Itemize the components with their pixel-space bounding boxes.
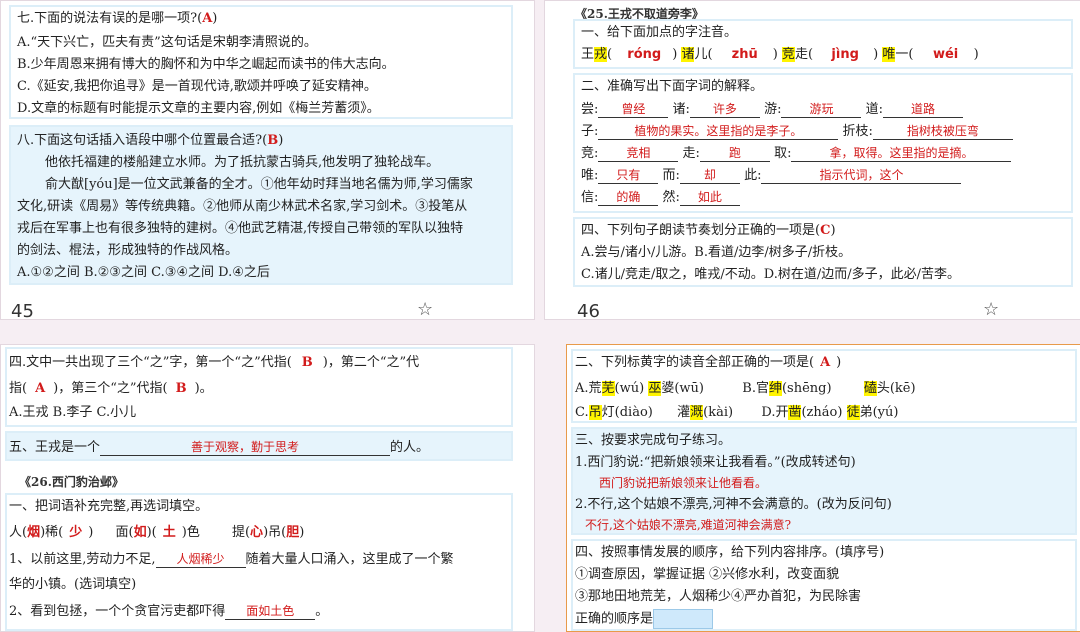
definition-row: 子: 植物的果实。这里指的是李子。 折枝: 指树枝被压弯 [581,123,1013,140]
section-2-title: 二、准确写出下面字词的解释。 [581,79,764,94]
section-1-title: 一、把词语补充完整,再选词填空。 [9,499,209,514]
definition-row: 竞: 竞相 走: 跑 取: 拿，取得。这里指的是摘。 [581,145,1012,162]
option-row: C.吊灯(diào) 灌溉(kài) D.开凿(zháo) 徒弟(yú) [575,405,899,420]
answer-mark: A [202,11,213,26]
vocab-card: 一、把词语补充完整,再选词填空。 人(烟)稀(少) 面(如)(土)色 提(心)吊… [5,493,513,631]
definition-row: 唯: 只有 而: 却 此: 指示代词，这个 [581,167,962,184]
question-2-card: 二、下列标黄字的读音全部正确的一项是(A) A.荒芜(wú) 巫婆(wū) B.… [571,349,1077,423]
definition-row: 尝: 曾经 诸: 许多 游: 游玩 道: 道路 [581,101,963,118]
option-line: B.少年周恩来拥有博大的胸怀和为中华之崛起而读书的伟大志向。 [17,57,395,72]
passage-line: 他依托福建的楼船建立水师。为了抵抗蒙古骑兵,他发明了独轮战车。 [45,155,440,170]
question-4-options: A.王戎 B.李子 C.小儿 [9,405,137,420]
fill-sentence-1-cont: 华的小镇。(选词填空) [9,577,137,592]
page-number: 45 [11,301,34,320]
sequence-answer-row: 正确的顺序是 [575,609,714,629]
option-line: C.诸儿/竞走/取之，唯戎/不动。D.树在道/边而/多子，此必/苦李。 [581,267,960,282]
question-3-title: 三、按要求完成句子练习。 [575,433,732,448]
page-45: 七.下面的说法有误的是哪一项?(A) A.“天下兴亡，匹夫有责”这句话是宋朝李清… [0,0,535,320]
question-7-title: 七.下面的说法有误的是哪一项?(A) [17,11,218,26]
answer-mark: B [267,133,279,148]
pinyin-answer: zhū [731,47,758,62]
sentence-2-answer: 不行,这个姑娘不漂亮,难道河神会满意? [585,518,792,532]
section-1-title: 一、给下面加点的字注音。 [581,25,738,40]
pinyin-answer: wéi [932,47,959,62]
question-8-title: 八.下面这句话插入语段中哪个位置最合适?(B) [17,133,284,148]
answer-mark: A [820,355,831,370]
page-46: 《25.王戎不取道旁李》 一、给下面加点的字注音。 王戎( róng) 诸儿( … [544,0,1080,320]
option-line: A.尝与/诸小/儿游。B.看道/边李/树多子/折枝。 [581,245,852,260]
answer-mark: B [301,355,313,370]
passage-line: 的剑法、棍法，形成独特的作战风格。 [17,243,239,258]
sentence-2: 2.不行,这个姑娘不漂亮,河神不会满意的。(改为反问句) [575,497,892,512]
section-2-card: 二、准确写出下面字词的解释。 尝: 曾经 诸: 许多 游: 游玩 道: 道路 子: 植物的… [573,73,1073,213]
answer-input-box[interactable] [653,609,714,629]
question-4-title: 四、按照事情发展的顺序，给下列内容排序。(填序号) [575,545,885,560]
passage-line: 戎后在军事上也有很多独特的建树。④他武艺精湛,传授自己带领的军队以独特 [17,221,464,236]
pinyin-answer: jìng [831,47,859,62]
answer-mark: C [820,223,831,238]
pinyin-answer: róng [627,47,662,62]
answer-mark: B [175,381,187,396]
fill-sentence-1: 1、以前这里,劳动力不足, 人烟稀少 随着大量人口涌入，这里成了一个繁 [9,552,454,568]
page-48: 二、下列标黄字的读音全部正确的一项是(A) A.荒芜(wú) 巫婆(wū) B.… [566,344,1080,632]
lesson-title: 《26.西门豹治邺》 [19,475,124,489]
question-4-card: 四.文中一共出现了三个“之”字，第一个“之”代指(B)，第二个“之”代 指(A)… [5,347,513,427]
question-4-card: 四、按照事情发展的顺序，给下列内容排序。(填序号) ①调查原因，掌握证据 ②兴修… [571,539,1077,631]
option-row: A.荒芜(wú) 巫婆(wū) B.官绅(shēng) 磕头(kē) [575,381,916,396]
star-icon[interactable]: ☆ [417,299,433,319]
sequence-line: ③那地田地荒芜，人烟稀少④严办首犯，为民除害 [575,589,862,604]
question-4-line: 指(A)，第三个“之”代指(B)。 [9,381,213,396]
question-8-card: 八.下面这句话插入语段中哪个位置最合适?(B) 他依托福建的楼船建立水师。为了抵… [9,125,513,285]
question-3-card: 三、按要求完成句子练习。 1.西门豹说:“把新娘领来让我看看。”(改成转述句) … [571,427,1077,535]
question-5-card: 五、王戎是一个 善于观察，勤于思考 的人。 [5,431,513,461]
section-4-title: 四、下列句子朗读节奏划分正确的一项是(C) [581,223,836,238]
question-7-card: 七.下面的说法有误的是哪一项?(A) A.“天下兴亡，匹夫有责”这句话是宋朝李清… [9,5,513,119]
question-5-line: 五、王戎是一个 善于观察，勤于思考 的人。 [9,439,430,456]
option-line: D.文章的标题有时能提示文章的主要内容,例如《梅兰芳蓄须》。 [17,101,380,116]
page-47: 四.文中一共出现了三个“之”字，第一个“之”代指(B)，第二个“之”代 指(A)… [0,344,535,632]
question-2-title: 二、下列标黄字的读音全部正确的一项是(A) [575,355,842,370]
passage-line: 俞大猷[yóu]是一位文武兼备的全才。①他年幼时拜当地名儒为师,学习儒家 [45,177,473,192]
sentence-1-answer: 西门豹说把新娘领来让他看看。 [599,476,768,490]
answer-mark: A [35,381,46,396]
pinyin-row: 王戎( róng) 诸儿( zhū) 竞走( jìng) 唯一( wéi) [581,47,979,62]
option-line: A.①②之间 B.②③之间 C.③④之间 D.④之后 [17,265,270,280]
passage-line: 文化,研读《周易》等传统典籍。②他师从南少林武术名家,学习剑术。③投笔从 [17,199,468,214]
section-1-card: 一、给下面加点的字注音。 王戎( róng) 诸儿( zhū) 竞走( jìng… [573,19,1073,69]
page-number: 46 [577,301,600,320]
sentence-1: 1.西门豹说:“把新娘领来让我看看。”(改成转述句) [575,455,856,470]
fill-answer: 善于观察，勤于思考 [100,439,391,456]
section-4-card: 四、下列句子朗读节奏划分正确的一项是(C) A.尝与/诸小/儿游。B.看道/边李… [573,217,1073,287]
sequence-line: ①调查原因，掌握证据 ②兴修水利，改变面貌 [575,567,840,582]
definition-row: 信: 的确 然: 如此 [581,189,740,206]
fill-sentence-2: 2、看到包拯，一个个贪官污吏都吓得 面如土色。 [9,604,329,620]
star-icon[interactable]: ☆ [983,299,999,319]
word-completion-row: 人(烟)稀(少) 面(如)(土)色 提(心)吊(胆) [9,525,305,540]
option-line: A.“天下兴亡，匹夫有责”这句话是宋朝李清照说的。 [17,35,317,50]
option-line: C.《延安,我把你追寻》是一首现代诗,歌颂并呼唤了延安精神。 [17,79,377,94]
question-4-line: 四.文中一共出现了三个“之”字，第一个“之”代指(B)，第二个“之”代 [9,355,420,370]
